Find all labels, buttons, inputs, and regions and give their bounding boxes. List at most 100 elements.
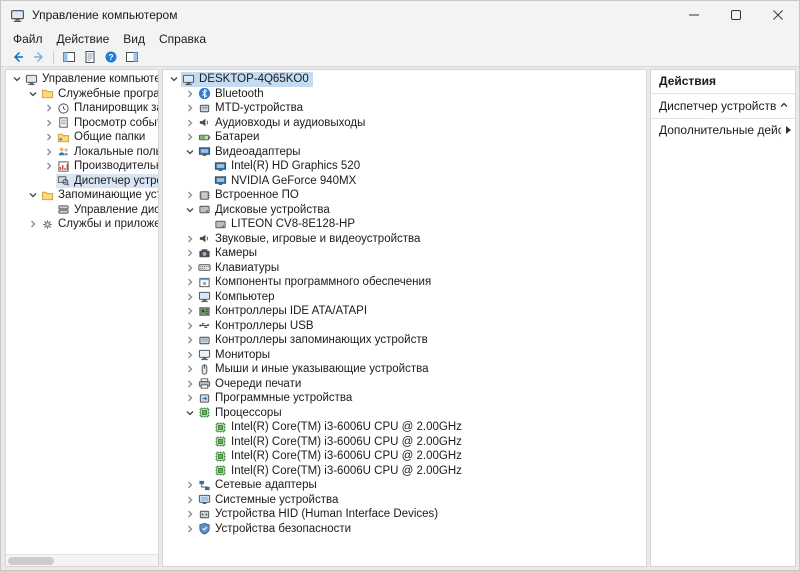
tree-item[interactable]: Общие папки <box>6 130 158 145</box>
minimize-button[interactable] <box>673 1 715 29</box>
tree-item[interactable]: Процессоры <box>163 406 646 421</box>
maximize-button[interactable] <box>715 1 757 29</box>
chevron-right-icon[interactable] <box>183 232 197 246</box>
tree-item[interactable]: Управление дисками <box>6 203 158 218</box>
tree-item[interactable]: LITEON CV8-8E128-HP <box>163 217 646 232</box>
chevron-right-icon[interactable] <box>183 101 197 115</box>
chevron-right-icon[interactable] <box>183 391 197 405</box>
tree-item[interactable]: Intel(R) HD Graphics 520 <box>163 159 646 174</box>
menu-item[interactable]: Справка <box>152 30 213 48</box>
tree-item[interactable]: Контроллеры запоминающих устройств <box>163 333 646 348</box>
chevron-right-icon[interactable] <box>183 188 197 202</box>
chevron-right-icon[interactable] <box>183 478 197 492</box>
menu-item[interactable]: Файл <box>6 30 50 48</box>
tree-item[interactable]: Запоминающие устройств <box>6 188 158 203</box>
arrow-right-icon[interactable] <box>781 123 795 137</box>
chevron-right-icon[interactable] <box>42 130 56 144</box>
tree-item[interactable]: Локальные пользовате <box>6 145 158 160</box>
tree-item[interactable]: Компьютер <box>163 290 646 305</box>
chevron-right-icon[interactable] <box>183 261 197 275</box>
tree-item[interactable]: Компоненты программного обеспечения <box>163 275 646 290</box>
tree-item[interactable]: Камеры <box>163 246 646 261</box>
actions-section-device-manager[interactable]: Диспетчер устройств <box>651 94 795 119</box>
tree-item[interactable]: Служебные программы <box>6 87 158 102</box>
chevron-right-icon[interactable] <box>42 101 56 115</box>
tree-item[interactable]: Мониторы <box>163 348 646 363</box>
tree-item[interactable]: NVIDIA GeForce 940MX <box>163 174 646 189</box>
chevron-right-icon[interactable] <box>183 348 197 362</box>
chevron-right-icon[interactable] <box>183 319 197 333</box>
chevron-down-icon[interactable] <box>183 406 197 420</box>
tree-item[interactable]: Программные устройства <box>163 391 646 406</box>
forward-button[interactable] <box>28 49 49 66</box>
chevron-right-icon[interactable] <box>42 145 56 159</box>
tree-item[interactable]: Устройства безопасности <box>163 522 646 537</box>
show-action-pane-button[interactable] <box>121 49 142 66</box>
chevron-down-icon[interactable] <box>26 87 40 101</box>
tree-item[interactable]: Контроллеры USB <box>163 319 646 334</box>
chevron-right-icon[interactable] <box>26 217 40 231</box>
chevron-right-icon[interactable] <box>183 522 197 536</box>
chevron-right-icon[interactable] <box>183 87 197 101</box>
chevron-right-icon[interactable] <box>183 304 197 318</box>
scrollbar-thumb[interactable] <box>8 557 54 565</box>
tree-item[interactable]: Аудиовходы и аудиовыходы <box>163 116 646 131</box>
help-button[interactable]: ? <box>100 49 121 66</box>
menu-item[interactable]: Вид <box>116 30 152 48</box>
more-actions-item[interactable]: Дополнительные действ… <box>651 119 795 141</box>
tree-item[interactable]: Intel(R) Core(TM) i3-6006U CPU @ 2.00GHz <box>163 464 646 479</box>
show-console-tree-button[interactable] <box>58 49 79 66</box>
tree-item[interactable]: Звуковые, игровые и видеоустройства <box>163 232 646 247</box>
tree-item[interactable]: Диспетчер устройств <box>6 174 158 189</box>
chevron-right-icon[interactable] <box>183 493 197 507</box>
tree-item[interactable]: Системные устройства <box>163 493 646 508</box>
tree-item[interactable]: Intel(R) Core(TM) i3-6006U CPU @ 2.00GHz <box>163 420 646 435</box>
svg-text:?: ? <box>108 52 113 62</box>
chevron-down-icon[interactable] <box>183 145 197 159</box>
tree-item[interactable]: Просмотр событий <box>6 116 158 131</box>
tree-item[interactable]: Контроллеры IDE ATA/ATAPI <box>163 304 646 319</box>
tree-item[interactable]: Клавиатуры <box>163 261 646 276</box>
tree-item[interactable]: Очереди печати <box>163 377 646 392</box>
tree-item[interactable]: Intel(R) Core(TM) i3-6006U CPU @ 2.00GHz <box>163 449 646 464</box>
chevron-right-icon[interactable] <box>183 116 197 130</box>
tree-item[interactable]: Встроенное ПО <box>163 188 646 203</box>
chevron-right-icon[interactable] <box>183 246 197 260</box>
tree-item-label: Intel(R) HD Graphics 520 <box>228 160 360 172</box>
horizontal-scrollbar[interactable] <box>6 554 158 566</box>
tree-item[interactable]: Видеоадаптеры <box>163 145 646 160</box>
chevron-right-icon[interactable] <box>183 333 197 347</box>
chevron-right-icon[interactable] <box>42 159 56 173</box>
tree-item[interactable]: Планировщик заданий <box>6 101 158 116</box>
close-button[interactable] <box>757 1 799 29</box>
chevron-down-icon[interactable] <box>26 188 40 202</box>
properties-button[interactable] <box>79 49 100 66</box>
tree-item[interactable]: Производительность <box>6 159 158 174</box>
tree-item[interactable]: Дисковые устройства <box>163 203 646 218</box>
tree-item[interactable]: Мыши и иные указывающие устройства <box>163 362 646 377</box>
tree-item[interactable]: MTD-устройства <box>163 101 646 116</box>
chevron-right-icon[interactable] <box>183 362 197 376</box>
chevron-up-icon[interactable] <box>779 99 789 113</box>
tree-item[interactable]: Управление компьютером (ло <box>6 72 158 87</box>
chevron-right-icon[interactable] <box>183 507 197 521</box>
chevron-right-icon[interactable] <box>183 377 197 391</box>
tree-item[interactable]: Батареи <box>163 130 646 145</box>
chevron-right-icon[interactable] <box>42 116 56 130</box>
tree-item[interactable]: Intel(R) Core(TM) i3-6006U CPU @ 2.00GHz <box>163 435 646 450</box>
tree-item-label: Клавиатуры <box>212 262 279 274</box>
chevron-down-icon[interactable] <box>167 72 181 86</box>
tree-item[interactable]: Сетевые адаптеры <box>163 478 646 493</box>
chevron-right-icon[interactable] <box>183 130 197 144</box>
tree-item[interactable]: Bluetooth <box>163 87 646 102</box>
tree-item[interactable]: Службы и приложения <box>6 217 158 232</box>
menu-item[interactable]: Действие <box>50 30 117 48</box>
chevron-down-icon[interactable] <box>183 203 197 217</box>
chevron-right-icon[interactable] <box>183 290 197 304</box>
tree-item-label: LITEON CV8-8E128-HP <box>228 218 355 230</box>
tree-item[interactable]: DESKTOP-4Q65KO0 <box>163 72 646 87</box>
chevron-right-icon[interactable] <box>183 275 197 289</box>
tree-item[interactable]: Устройства HID (Human Interface Devices) <box>163 507 646 522</box>
back-button[interactable] <box>7 49 28 66</box>
chevron-down-icon[interactable] <box>10 72 24 86</box>
